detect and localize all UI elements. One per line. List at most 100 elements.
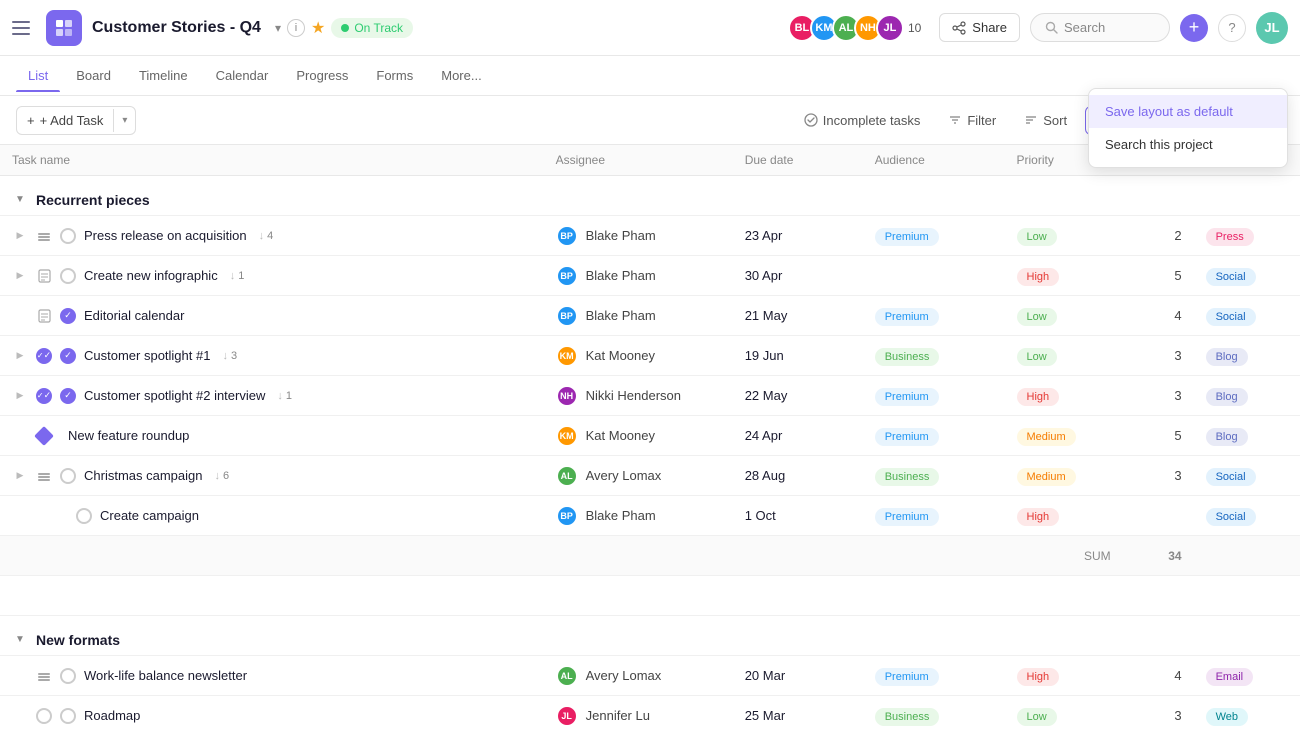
avatar-group[interactable]: BL KM AL NH JL 10 [788,14,921,42]
assignee-name: Blake Pham [586,228,656,243]
table-row: ▶ Work-life balance newsletter ALAvery L… [0,656,1300,696]
task-name[interactable]: Customer spotlight #2 interview [84,388,265,403]
audience-badge: Premium [875,308,939,326]
section-chevron-recurrent[interactable]: ▼ [12,192,28,208]
stack-icon [36,228,52,244]
search-box[interactable]: Search [1030,13,1170,42]
section-title-recurrent: Recurrent pieces [36,192,150,208]
task-status-circle[interactable] [60,668,76,684]
user-avatar[interactable]: JL [1256,12,1288,44]
task-status-circle[interactable] [60,228,76,244]
search-icon [1045,21,1058,34]
audience-badge: Premium [875,668,939,686]
audience-badge: Premium [875,228,939,246]
task-name[interactable]: Customer spotlight #1 [84,348,210,363]
section-title-new-formats: New formats [36,632,120,648]
info-icon[interactable]: i [287,19,305,37]
priority-badge: High [1017,268,1060,286]
task-status-circle[interactable] [60,308,76,324]
th-assignee: Assignee [544,145,733,176]
priority-badge: Medium [1017,428,1076,446]
share-button[interactable]: Share [939,13,1020,42]
add-task-main[interactable]: + + Add Task [17,107,113,134]
add-task-button[interactable]: + + Add Task ▾ [16,106,136,135]
task-name[interactable]: Create campaign [100,508,199,523]
expand-button[interactable]: ▶ [12,388,28,404]
tab-timeline[interactable]: Timeline [127,60,200,91]
task-status-circle[interactable] [60,468,76,484]
audience-badge: Premium [875,508,939,526]
subtask-count: ↓4 [259,230,274,242]
avatar-count: 10 [908,21,921,35]
incomplete-tasks-button[interactable]: Incomplete tasks [794,107,931,134]
due-date: 23 Apr [733,216,863,256]
task-status-circle[interactable] [60,268,76,284]
title-chevron-icon[interactable]: ▾ [275,21,281,35]
tag-badge: Social [1206,508,1256,526]
tasks-table: Task name Assignee Due date Audience Pri… [0,145,1300,732]
expand-button[interactable]: ▶ [12,268,28,284]
audience-badge: Premium [875,388,939,406]
section-new-formats: ▼ New formats [0,616,1300,656]
diamond-icon [36,428,52,444]
project-title: Customer Stories - Q4 [92,19,261,37]
save-layout-item[interactable]: Save layout as default [1089,95,1287,128]
section-chevron-new-formats[interactable]: ▼ [12,632,28,648]
priority-badge: Low [1017,308,1057,326]
add-task-dropdown-icon[interactable]: ▾ [113,109,135,132]
tag-badge: Blog [1206,348,1248,366]
star-icon[interactable]: ★ [311,18,325,38]
tag-badge: Email [1206,668,1254,686]
task-name[interactable]: Roadmap [84,708,140,723]
priority-badge: High [1017,388,1060,406]
tab-progress[interactable]: Progress [284,60,360,91]
tab-calendar[interactable]: Calendar [204,60,281,91]
tag-badge: Blog [1206,388,1248,406]
table-row: ▶ Roadmap JLJennifer Lu 25 Mar Business … [0,696,1300,732]
task-name[interactable]: New feature roundup [68,428,189,443]
task-name[interactable]: Christmas campaign [84,468,203,483]
expand-button[interactable]: ▶ [12,348,28,364]
priority-badge: Low [1017,348,1057,366]
subtask-count: ↓3 [222,350,237,362]
tab-forms[interactable]: Forms [364,60,425,91]
task-status-circle[interactable] [60,388,76,404]
priority-badge: Low [1017,708,1057,726]
add-button[interactable]: + [1180,14,1208,42]
task-name[interactable]: Work-life balance newsletter [84,668,247,683]
sort-button[interactable]: Sort [1014,107,1077,134]
audience-badge: Business [875,468,940,486]
hamburger-menu[interactable] [12,16,36,40]
task-status-circle[interactable] [60,708,76,724]
subtask-count: ↓1 [277,390,292,402]
table-row: ▶ New feature roundup KMKat Mooney 24 Ap… [0,416,1300,456]
sum-row-recurrent: SUM 34 [0,536,1300,576]
priority-badge: Medium [1017,468,1076,486]
tab-list[interactable]: List [16,60,60,91]
filter-button[interactable]: Filter [938,107,1006,134]
expand-button[interactable]: ▶ [12,228,28,244]
task-status-circle[interactable] [60,348,76,364]
tag-badge: Web [1206,708,1248,726]
audience-badge: Business [875,348,940,366]
th-audience: Audience [863,145,1005,176]
expand-button[interactable]: ▶ [12,468,28,484]
check-icon [52,508,68,524]
task-status-circle[interactable] [76,508,92,524]
table-row: ▶ Editorial calendar BPBlake Pham 21 May… [0,296,1300,336]
tag-badge: Blog [1206,428,1248,446]
dropdown-menu: Save layout as default Search this proje… [1088,88,1288,168]
status-dot [341,24,349,32]
task-name[interactable]: Editorial calendar [84,308,184,323]
tag-badge: Social [1206,308,1256,326]
tag-badge: Social [1206,268,1256,286]
task-name[interactable]: Press release on acquisition [84,228,247,243]
tab-board[interactable]: Board [64,60,123,91]
th-due: Due date [733,145,863,176]
search-project-item[interactable]: Search this project [1089,128,1287,161]
tab-more[interactable]: More... [429,60,493,91]
help-button[interactable]: ? [1218,14,1246,42]
task-name[interactable]: Create new infographic [84,268,218,283]
table-row: ▶ Create campaign BPBlake Pham 1 Oct Pre… [0,496,1300,536]
table-container: Task name Assignee Due date Audience Pri… [0,145,1300,732]
